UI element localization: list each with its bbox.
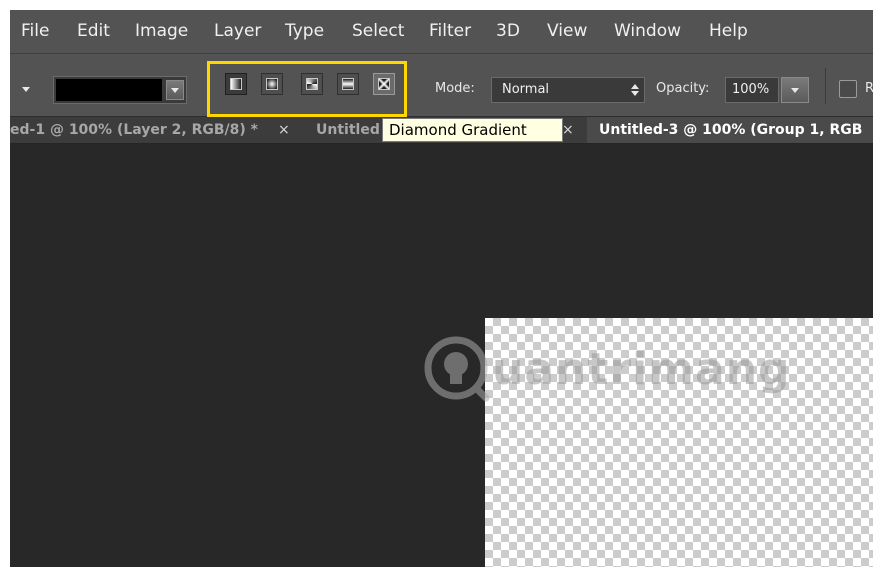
angle-gradient-button[interactable]	[301, 73, 323, 95]
photoshop-window: File Edit Image Layer Type Select Filter…	[10, 10, 873, 567]
menu-edit[interactable]: Edit	[77, 21, 110, 41]
chevron-down-icon	[171, 88, 179, 93]
tab-title: Untitled	[316, 122, 380, 138]
updown-arrows-icon	[631, 82, 639, 98]
menu-view[interactable]: View	[547, 21, 587, 41]
tooltip-text: Diamond Gradient	[389, 121, 527, 139]
menu-window[interactable]: Window	[614, 21, 681, 41]
reflected-gradient-button[interactable]	[337, 73, 359, 95]
tooltip: Diamond Gradient	[382, 118, 563, 142]
gradient-dropdown-button[interactable]	[166, 80, 184, 100]
gradient-swatch[interactable]	[56, 79, 162, 101]
menu-type[interactable]: Type	[285, 21, 324, 41]
menu-bar: File Edit Image Layer Type Select Filter…	[10, 10, 873, 54]
menu-3d[interactable]: 3D	[496, 21, 520, 41]
menu-select[interactable]: Select	[352, 21, 404, 41]
mode-value: Normal	[502, 82, 550, 97]
reverse-checkbox[interactable]	[839, 80, 857, 98]
close-icon[interactable]: ×	[278, 122, 290, 138]
radial-gradient-icon	[266, 78, 278, 90]
reflected-gradient-icon	[342, 78, 354, 90]
opacity-label: Opacity:	[656, 81, 710, 96]
menu-filter[interactable]: Filter	[429, 21, 471, 41]
tab-untitled-1[interactable]: ed-1 @ 100% (Layer 2, RGB/8) * ×	[10, 117, 306, 143]
tab-title: Untitled-3 @ 100% (Group 1, RGB	[599, 122, 863, 138]
tool-preset-dropdown-icon[interactable]	[22, 87, 30, 92]
diamond-gradient-icon	[378, 78, 390, 90]
opacity-input[interactable]: 100%	[725, 77, 779, 103]
options-bar: Mode: Normal Opacity: 100% R	[10, 54, 873, 117]
watermark: uantrimang	[422, 330, 802, 410]
options-separator	[825, 68, 826, 104]
opacity-dropdown-button[interactable]	[781, 77, 809, 103]
lightbulb-logo-icon	[424, 336, 490, 402]
reverse-label: R	[865, 81, 873, 96]
linear-gradient-icon	[230, 78, 242, 90]
tab-untitled-3[interactable]: Untitled-3 @ 100% (Group 1, RGB	[587, 117, 873, 143]
watermark-text: uantrimang	[492, 344, 791, 395]
menu-layer[interactable]: Layer	[214, 21, 261, 41]
chevron-down-icon	[791, 88, 799, 93]
radial-gradient-button[interactable]	[261, 73, 283, 95]
angle-gradient-icon	[306, 78, 318, 90]
opacity-value: 100%	[732, 82, 770, 97]
menu-help[interactable]: Help	[709, 21, 748, 41]
tab-title: ed-1 @ 100% (Layer 2, RGB/8) *	[10, 122, 259, 138]
diamond-gradient-button[interactable]	[373, 73, 395, 95]
linear-gradient-button[interactable]	[225, 73, 247, 95]
mode-label: Mode:	[435, 81, 475, 96]
menu-file[interactable]: File	[21, 21, 49, 41]
mode-select[interactable]: Normal	[491, 77, 645, 103]
close-icon[interactable]: ×	[562, 122, 574, 138]
menu-image[interactable]: Image	[135, 21, 188, 41]
gradient-picker[interactable]	[53, 76, 187, 104]
